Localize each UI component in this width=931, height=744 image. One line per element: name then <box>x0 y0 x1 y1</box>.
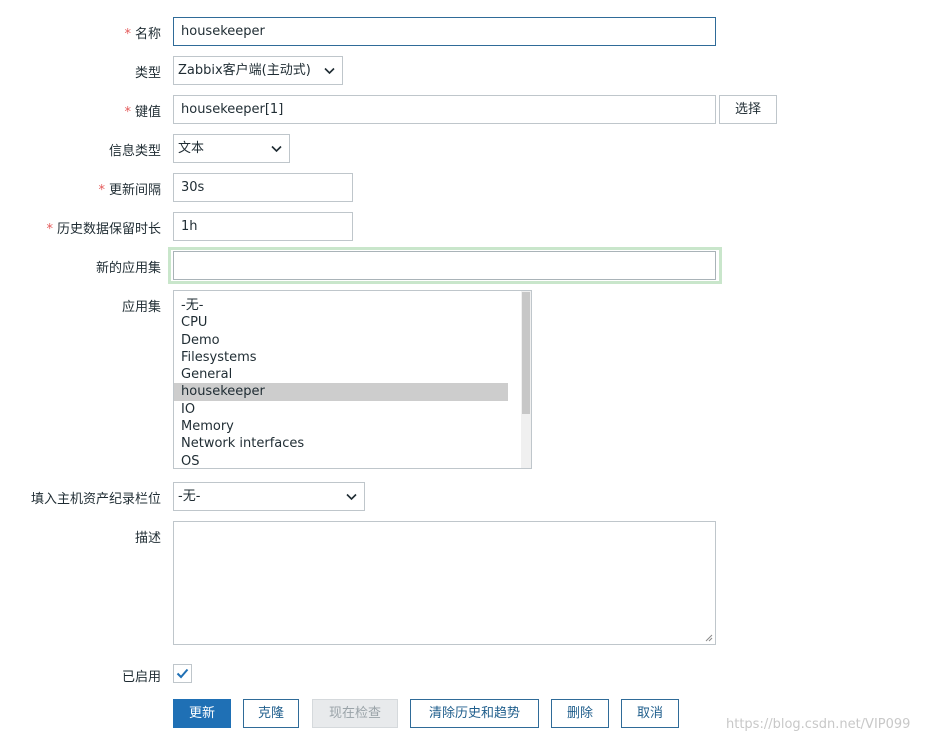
check-now-button: 现在检查 <box>312 699 398 728</box>
new-app-label: 新的应用集 <box>95 261 161 276</box>
enabled-label: 已启用 <box>121 670 161 685</box>
chevron-down-icon <box>324 67 335 75</box>
apps-list-item[interactable]: housekeeper <box>174 383 508 401</box>
apps-list-item[interactable]: General <box>174 366 508 383</box>
interval-input[interactable]: 30s <box>173 173 353 202</box>
chevron-down-icon <box>271 145 282 153</box>
history-label: * 历史数据保留时长 <box>46 222 161 237</box>
apps-list-item[interactable]: OS <box>174 453 508 468</box>
inventory-select-value: -无- <box>178 489 201 504</box>
type-select-value: Zabbix客户端(主动式) <box>178 63 311 78</box>
cancel-button[interactable]: 取消 <box>621 699 679 728</box>
apps-list-item[interactable]: -无- <box>174 297 508 314</box>
apps-list-item[interactable]: Filesystems <box>174 349 508 366</box>
apps-label: 应用集 <box>121 300 161 315</box>
inventory-select[interactable]: -无- <box>173 482 365 511</box>
type-label: 类型 <box>134 66 161 81</box>
required-mark: * <box>124 105 131 120</box>
key-input[interactable]: housekeeper[1] <box>173 95 716 124</box>
update-button[interactable]: 更新 <box>173 699 231 728</box>
description-textarea[interactable] <box>173 521 716 645</box>
checkmark-icon <box>176 668 189 679</box>
key-label: * 键值 <box>124 105 161 120</box>
apps-listbox[interactable]: -无- CPU Demo Filesystems General housekeeper I… <box>173 290 532 469</box>
apps-list-item[interactable]: IO <box>174 401 508 418</box>
apps-list-item[interactable]: CPU <box>174 314 508 331</box>
key-select-button[interactable]: 选择 <box>719 95 777 124</box>
watermark: https://blog.csdn.net/VIP099 <box>726 717 911 732</box>
enabled-checkbox[interactable] <box>173 664 192 683</box>
chevron-down-icon <box>346 493 357 501</box>
info-type-select-value: 文本 <box>178 141 205 156</box>
required-mark: * <box>98 183 105 198</box>
required-mark: * <box>124 27 131 42</box>
info-type-label: 信息类型 <box>108 144 161 159</box>
apps-list: -无- CPU Demo Filesystems General housekeeper I… <box>174 291 531 468</box>
apps-list-item[interactable]: Memory <box>174 418 508 435</box>
apps-scrollbar-thumb[interactable] <box>522 292 530 414</box>
name-label: * 名称 <box>124 27 161 42</box>
delete-button[interactable]: 删除 <box>551 699 609 728</box>
clone-button[interactable]: 克隆 <box>243 699 299 728</box>
resize-handle-icon[interactable] <box>705 634 713 642</box>
info-type-select[interactable]: 文本 <box>173 134 290 163</box>
type-select[interactable]: Zabbix客户端(主动式) <box>173 56 343 85</box>
apps-list-item[interactable]: Demo <box>174 332 508 349</box>
history-input[interactable]: 1h <box>173 212 353 241</box>
inventory-label: 填入主机资产纪录栏位 <box>30 492 161 507</box>
required-mark: * <box>46 222 53 237</box>
clear-history-button[interactable]: 清除历史和趋势 <box>410 699 539 728</box>
description-label: 描述 <box>134 531 161 546</box>
interval-label: * 更新间隔 <box>98 183 161 198</box>
name-input[interactable]: housekeeper <box>173 17 716 46</box>
apps-list-item[interactable]: Network interfaces <box>174 435 508 452</box>
apps-scrollbar[interactable] <box>521 291 531 468</box>
new-app-input[interactable] <box>173 251 716 280</box>
